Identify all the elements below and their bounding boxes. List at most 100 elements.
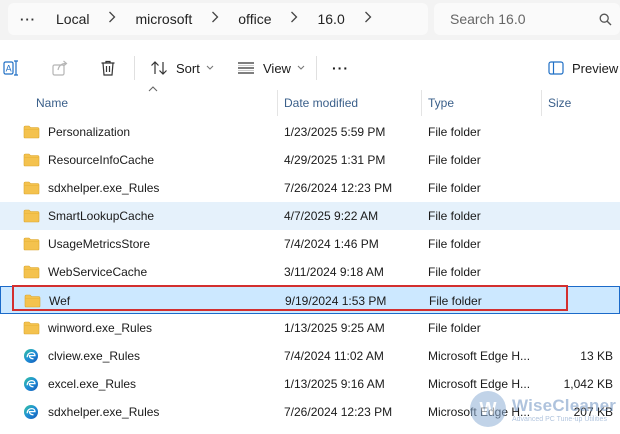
table-row[interactable]: WebServiceCache 3/11/2024 9:18 AM File f… [0,258,620,286]
toolbar-divider [316,56,317,80]
edge-icon [22,404,40,420]
folder-icon [22,152,40,168]
column-header-type[interactable]: Type [428,90,538,116]
search-placeholder: Search 16.0 [450,11,526,27]
file-type: File folder [428,153,481,167]
column-divider[interactable] [421,90,422,116]
file-type: File folder [428,237,481,251]
file-size: 13 KB [580,349,613,363]
date-modified: 9/19/2024 1:53 PM [285,294,387,308]
file-name: excel.exe_Rules [48,377,137,391]
preview-pane-icon [548,61,564,75]
view-label: View [263,60,291,76]
date-modified: 7/26/2024 12:23 PM [284,181,393,195]
table-row[interactable]: Personalization 1/23/2025 5:59 PM File f… [0,118,620,146]
rename-icon[interactable]: A [2,58,22,78]
file-name: WebServiceCache [48,265,148,279]
folder-icon [23,293,41,309]
preview-label: Preview [572,60,619,76]
date-modified: 4/29/2025 1:31 PM [284,153,386,167]
address-bar[interactable]: ··· Local microsoft office 16.0 [8,3,428,35]
file-name: SmartLookupCache [48,209,155,223]
date-modified: 1/13/2025 9:25 AM [284,321,385,335]
watermark-letter: W [470,391,506,427]
table-row-selected[interactable]: Wef 9/19/2024 1:53 PM File folder [0,286,620,314]
table-row[interactable]: sdxhelper.exe_Rules 7/26/2024 12:23 PM F… [0,174,620,202]
breadcrumb-16-0[interactable]: 16.0 [317,11,344,27]
sort-button[interactable]: Sort [150,56,214,80]
more-options-button[interactable]: ··· [332,56,349,80]
view-button[interactable]: View [237,56,305,80]
breadcrumb-office[interactable]: office [238,11,271,27]
folder-icon [22,208,40,224]
file-name: ResourceInfoCache [48,153,155,167]
date-modified: 3/11/2024 9:18 AM [284,265,384,279]
date-modified: 4/7/2025 9:22 AM [284,209,379,223]
file-list: Personalization 1/23/2025 5:59 PM File f… [0,118,620,426]
table-row[interactable]: ResourceInfoCache 4/29/2025 1:31 PM File… [0,146,620,174]
sort-icon [151,61,167,75]
file-size [545,230,613,258]
table-row[interactable]: UsageMetricsStore 7/4/2024 1:46 PM File … [0,230,620,258]
file-type: File folder [428,125,481,139]
address-bar-region: ··· Local microsoft office 16.0 Search 1… [0,0,620,40]
file-name: Personalization [48,125,131,139]
share-icon[interactable] [50,58,70,78]
chevron-down-icon [206,63,214,73]
chevron-right-icon[interactable] [285,10,303,28]
delete-icon[interactable] [98,58,118,78]
file-name: sdxhelper.exe_Rules [48,181,160,195]
table-row[interactable]: SmartLookupCache 4/7/2025 9:22 AM File f… [0,202,620,230]
watermark-tagline: Advanced PC Tune-up Utilities [512,415,607,423]
file-name: winword.exe_Rules [48,321,153,335]
file-size [545,174,613,202]
chevron-right-icon[interactable] [206,10,224,28]
folder-icon [22,124,40,140]
command-bar: A Sort View ··· Preview [0,44,620,92]
file-type: File folder [429,294,482,308]
table-row[interactable]: winword.exe_Rules 1/13/2025 9:25 AM File… [0,314,620,342]
file-size [545,118,613,146]
preview-pane-button[interactable]: Preview [548,56,618,80]
watermark-brand: WiseCleaner [512,395,617,415]
folder-icon [22,320,40,336]
search-input[interactable]: Search 16.0 [434,3,620,35]
search-icon[interactable] [599,13,612,26]
date-modified: 1/23/2025 5:59 PM [284,125,386,139]
chevron-right-icon[interactable] [359,10,377,28]
column-header-date-modified[interactable]: Date modified [284,90,420,116]
file-type: File folder [428,209,481,223]
column-header-size[interactable]: Size [548,90,608,116]
folder-icon [22,264,40,280]
file-name: clview.exe_Rules [48,349,141,363]
file-type: File folder [428,321,481,335]
table-row[interactable]: clview.exe_Rules 7/4/2024 11:02 AM Micro… [0,342,620,370]
file-size [545,202,613,230]
file-type: Microsoft Edge H... [428,349,531,363]
file-size [545,314,613,342]
file-size [546,287,614,315]
chevron-right-icon[interactable] [103,10,121,28]
column-divider[interactable] [277,90,278,116]
svg-text:A: A [6,64,12,74]
edge-icon [22,348,40,364]
file-type: File folder [428,181,481,195]
date-modified: 1/13/2025 9:16 AM [284,377,385,391]
breadcrumb-microsoft[interactable]: microsoft [135,11,192,27]
sort-label: Sort [176,60,200,76]
file-name: Wef [49,294,71,308]
toolbar-divider [134,56,135,80]
file-name: UsageMetricsStore [48,237,151,251]
folder-icon [22,180,40,196]
breadcrumb-local[interactable]: Local [56,11,89,27]
file-type: File folder [428,265,481,279]
column-header-name[interactable]: Name [36,90,276,116]
chevron-down-icon [297,63,305,73]
date-modified: 7/26/2024 12:23 PM [284,405,393,419]
address-overflow-button[interactable]: ··· [20,12,42,27]
view-icon [238,62,254,74]
file-size [545,258,613,286]
column-divider[interactable] [541,90,542,116]
file-name: sdxhelper.exe_Rules [48,405,160,419]
file-size [545,146,613,174]
